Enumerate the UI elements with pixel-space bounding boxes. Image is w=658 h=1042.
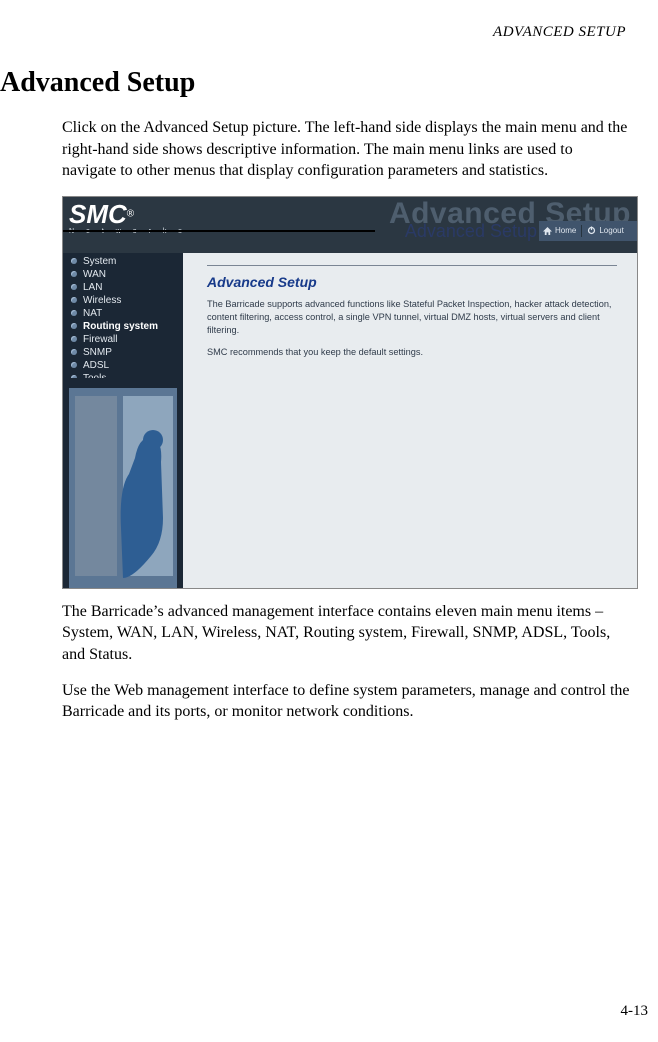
sidebar-item-snmp[interactable]: SNMP <box>63 346 183 359</box>
content-title: Advanced Setup <box>207 274 617 290</box>
bullet-icon <box>71 284 77 290</box>
bullet-icon <box>71 349 77 355</box>
bullet-icon <box>71 258 77 264</box>
content-rule <box>207 265 617 266</box>
content-p1: The Barricade supports advanced function… <box>207 298 617 337</box>
sidebar-item-adsl[interactable]: ADSL <box>63 359 183 372</box>
sidebar-item-label: Firewall <box>83 334 117 345</box>
running-head: ADVANCED SETUP <box>0 24 636 41</box>
content-p2: SMC recommends that you keep the default… <box>207 346 617 359</box>
sidebar-illustration <box>63 378 183 588</box>
body-column: Click on the Advanced Setup picture. The… <box>0 117 636 723</box>
sidebar-item-label: SNMP <box>83 347 112 358</box>
top-nav: Home Logout <box>539 221 637 241</box>
header-title: Advanced Setup <box>405 221 537 242</box>
screenshot-figure: SMC® N e t w o r k s Advanced Setup Adva… <box>62 196 638 589</box>
sidebar-item-label: LAN <box>83 282 102 293</box>
sidebar-item-label: ADSL <box>83 360 109 371</box>
bullet-icon <box>71 323 77 329</box>
sidebar-item-label: WAN <box>83 269 106 280</box>
bullet-icon <box>71 297 77 303</box>
app-header: SMC® N e t w o r k s Advanced Setup Adva… <box>63 197 637 253</box>
home-link-label: Home <box>555 226 576 235</box>
logout-link-label: Logout <box>599 226 623 235</box>
after-paragraph-1: The Barricade’s advanced management inte… <box>62 601 630 666</box>
page: ADVANCED SETUP Advanced Setup Click on t… <box>0 0 658 1042</box>
sidebar-item-wan[interactable]: WAN <box>63 268 183 281</box>
header-underline <box>63 230 375 232</box>
sidebar-item-label: Routing system <box>83 321 158 332</box>
sidebar-item-label: NAT <box>83 308 102 319</box>
content-pane: Advanced Setup The Barricade supports ad… <box>183 253 637 588</box>
power-icon <box>587 226 596 235</box>
after-paragraph-2: Use the Web management interface to defi… <box>62 680 630 723</box>
intro-paragraph: Click on the Advanced Setup picture. The… <box>62 117 630 182</box>
sidebar-item-lan[interactable]: LAN <box>63 281 183 294</box>
sidebar-item-routing-system[interactable]: Routing system <box>63 320 183 333</box>
page-number: 4-13 <box>621 1003 649 1020</box>
sidebar-item-label: System <box>83 256 116 267</box>
brand-name: SMC <box>69 199 127 230</box>
bullet-icon <box>71 271 77 277</box>
app-body: System WAN LAN Wireless NAT Routing syst… <box>63 253 637 588</box>
sidebar-item-system[interactable]: System <box>63 255 183 268</box>
bullet-icon <box>71 310 77 316</box>
sidebar-item-label: Wireless <box>83 295 121 306</box>
logout-link[interactable]: Logout <box>587 226 623 235</box>
registered-icon: ® <box>127 208 134 219</box>
home-icon <box>543 227 552 235</box>
bullet-icon <box>71 336 77 342</box>
sidebar-item-nat[interactable]: NAT <box>63 307 183 320</box>
bullet-icon <box>71 362 77 368</box>
sidebar-item-wireless[interactable]: Wireless <box>63 294 183 307</box>
sidebar: System WAN LAN Wireless NAT Routing syst… <box>63 253 183 588</box>
page-title: Advanced Setup <box>0 67 636 99</box>
nav-separator <box>581 225 582 237</box>
home-link[interactable]: Home <box>543 226 576 235</box>
sidebar-item-firewall[interactable]: Firewall <box>63 333 183 346</box>
